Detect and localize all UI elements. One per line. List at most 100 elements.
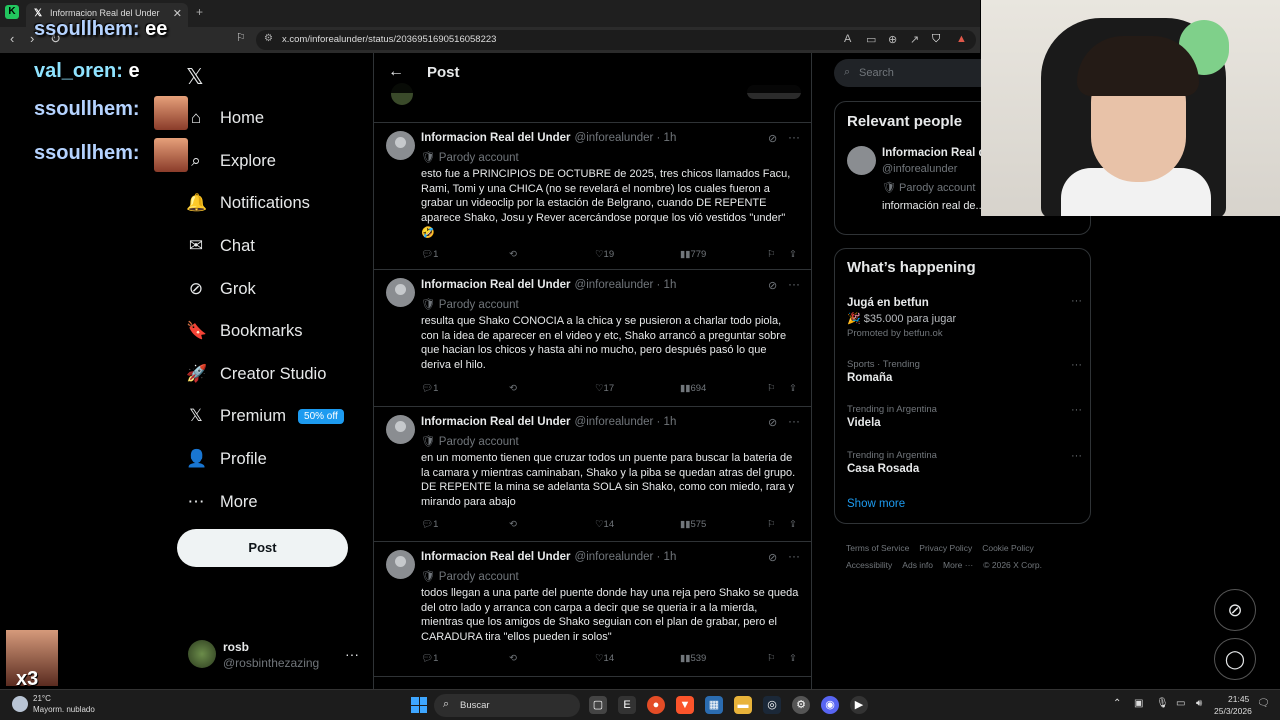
relevant-name[interactable]: Informacion Real d bbox=[882, 147, 986, 159]
tray-chevron-icon[interactable]: ⌃ bbox=[1113, 698, 1121, 709]
tweet-handle[interactable]: @inforealunder · 1h bbox=[575, 551, 677, 563]
clock-time[interactable]: 21:45 bbox=[1228, 694, 1249, 704]
tray-app-icon[interactable]: ▣ bbox=[1134, 698, 1143, 709]
tweet-avatar[interactable] bbox=[386, 278, 415, 307]
footer-link[interactable]: More ··· bbox=[943, 560, 973, 570]
trend-more-icon[interactable]: ··· bbox=[1071, 450, 1082, 462]
store-icon[interactable]: ▦ bbox=[705, 696, 723, 714]
footer-link[interactable]: Accessibility bbox=[846, 560, 892, 570]
nav-profile[interactable]: 👤 Profile bbox=[186, 444, 267, 474]
search-input[interactable]: ⌕ Search bbox=[834, 59, 982, 87]
messages-fab-button[interactable]: ◯ bbox=[1214, 638, 1256, 680]
avatar[interactable] bbox=[188, 640, 216, 668]
folder-icon[interactable]: ▬ bbox=[734, 696, 752, 714]
nav-home[interactable]: ⌂ Home bbox=[186, 103, 264, 133]
share-icon[interactable]: ⇪ bbox=[789, 383, 797, 394]
reply-button[interactable]: 💬︎ 1 bbox=[421, 249, 438, 260]
grok-icon[interactable]: ⊘ bbox=[768, 551, 777, 564]
grok-icon[interactable]: ⊘ bbox=[768, 279, 777, 292]
zoom-icon[interactable]: ⊕ bbox=[888, 33, 897, 46]
tweet-more-icon[interactable]: ··· bbox=[788, 277, 800, 291]
relevant-avatar[interactable] bbox=[847, 146, 876, 175]
mic-icon[interactable]: 🎙︎ bbox=[1156, 698, 1169, 709]
nav-explore[interactable]: ⌕ Explore bbox=[186, 146, 276, 176]
tweet[interactable]: Informacion Real del Under @inforealunder… bbox=[374, 270, 811, 407]
weather-desc[interactable]: Mayorm. nublado bbox=[33, 705, 95, 714]
trend-item[interactable]: Trending in Argentina Casa Rosada ··· bbox=[847, 450, 1082, 475]
account-handle[interactable]: @rosbinthezazing bbox=[223, 656, 319, 670]
translate-icon[interactable]: A bbox=[844, 33, 851, 45]
tweet-more-icon[interactable]: ··· bbox=[788, 414, 800, 428]
tweet-author-name[interactable]: Informacion Real del Under bbox=[421, 279, 571, 291]
repost-button[interactable]: ⟲ bbox=[509, 653, 517, 664]
tweet-handle[interactable]: @inforealunder · 1h bbox=[575, 132, 677, 144]
bookmark-icon[interactable]: ⚐ bbox=[767, 383, 776, 394]
tweet-author[interactable]: Informacion Real del Under @inforealunder… bbox=[421, 551, 676, 563]
bookmark-icon[interactable]: ⚐ bbox=[767, 653, 776, 664]
site-info-icon[interactable]: ⚙ bbox=[264, 33, 273, 44]
media-player-icon[interactable]: ▶ bbox=[850, 696, 868, 714]
cast-icon[interactable]: ▭ bbox=[866, 33, 876, 46]
grok-fab-button[interactable]: ⊘ bbox=[1214, 589, 1256, 631]
like-button[interactable]: ♡ 14 bbox=[595, 519, 614, 530]
footer-link[interactable]: Cookie Policy bbox=[982, 543, 1034, 553]
share-icon[interactable]: ↗ bbox=[910, 33, 919, 46]
trend-more-icon[interactable]: ··· bbox=[1071, 359, 1082, 371]
nav-creator-studio[interactable]: 🚀 Creator Studio bbox=[186, 359, 326, 389]
discord-icon[interactable]: ◉ bbox=[821, 696, 839, 714]
like-button[interactable]: ♡ 19 bbox=[595, 249, 614, 260]
tweet-avatar[interactable] bbox=[386, 415, 415, 444]
weather-temp[interactable]: 21°C bbox=[33, 694, 51, 703]
trend-more-icon[interactable]: ··· bbox=[1071, 295, 1082, 307]
bookmark-icon[interactable]: ⚐ bbox=[767, 519, 776, 530]
nav-grok[interactable]: ⊘ Grok bbox=[186, 274, 256, 304]
repost-button[interactable]: ⟲ bbox=[509, 519, 517, 530]
repost-button[interactable]: ⟲ bbox=[509, 249, 517, 260]
tweet-avatar[interactable] bbox=[386, 550, 415, 579]
footer-link[interactable]: Privacy Policy bbox=[919, 543, 972, 553]
share-icon[interactable]: ⇪ bbox=[789, 249, 797, 260]
epic-games-icon[interactable]: E bbox=[618, 696, 636, 714]
address-bar[interactable]: ⚙ x.com/inforealunder/status/20369516905… bbox=[256, 30, 976, 50]
bookmark-icon[interactable]: ⚐ bbox=[236, 31, 246, 44]
clock-date[interactable]: 25/3/2026 bbox=[1214, 706, 1252, 716]
tweet[interactable]: Informacion Real del Under @inforealunder… bbox=[374, 407, 811, 542]
reply-button[interactable]: 💬︎ 1 bbox=[421, 383, 438, 394]
post-button[interactable]: Post bbox=[177, 529, 348, 567]
share-icon[interactable]: ⇪ bbox=[789, 653, 797, 664]
trend-item[interactable]: Jugá en betfun 🎉 $35.000 para jugar Prom… bbox=[847, 295, 1082, 339]
trend-more-icon[interactable]: ··· bbox=[1071, 404, 1082, 416]
tweet-more-icon[interactable]: ··· bbox=[788, 130, 800, 144]
relevant-handle[interactable]: @inforealunder bbox=[882, 163, 957, 175]
nav-notifications[interactable]: 🔔 Notifications bbox=[186, 188, 310, 218]
nav-more[interactable]: ⋯ More bbox=[186, 487, 258, 517]
rewards-icon[interactable]: ▲ bbox=[956, 33, 967, 45]
trend-item[interactable]: Sports · Trending Romaña ··· bbox=[847, 359, 1082, 384]
like-button[interactable]: ♡ 17 bbox=[595, 383, 614, 394]
views-button[interactable]: ▮▮ 575 bbox=[680, 519, 706, 530]
tweet-author-name[interactable]: Informacion Real del Under bbox=[421, 551, 571, 563]
network-icon[interactable]: ▭ bbox=[1176, 698, 1185, 709]
views-button[interactable]: ▮▮ 779 bbox=[680, 249, 706, 260]
share-icon[interactable]: ⇪ bbox=[789, 519, 797, 530]
x-logo-icon[interactable]: 𝕏 bbox=[186, 64, 204, 90]
task-view-icon[interactable]: ▢ bbox=[589, 696, 607, 714]
repost-button[interactable]: ⟲ bbox=[509, 383, 517, 394]
tweet-author[interactable]: Informacion Real del Under @inforealunder… bbox=[421, 132, 676, 144]
tweet-more-icon[interactable]: ··· bbox=[788, 549, 800, 563]
tweet-avatar[interactable] bbox=[386, 131, 415, 160]
weather-icon[interactable] bbox=[12, 696, 28, 712]
tweet-author-name[interactable]: Informacion Real del Under bbox=[421, 416, 571, 428]
tweet-handle[interactable]: @inforealunder · 1h bbox=[575, 279, 677, 291]
tweet-author[interactable]: Informacion Real del Under @inforealunder… bbox=[421, 279, 676, 291]
tweet[interactable]: Informacion Real del Under @inforealunder… bbox=[374, 542, 811, 677]
views-button[interactable]: ▮▮ 694 bbox=[680, 383, 706, 394]
reply-button[interactable]: 💬︎ 1 bbox=[421, 653, 438, 664]
account-name[interactable]: rosb bbox=[223, 640, 249, 654]
grok-icon[interactable]: ⊘ bbox=[768, 416, 777, 429]
tweet-handle[interactable]: @inforealunder · 1h bbox=[575, 416, 677, 428]
back-arrow-icon[interactable]: ← bbox=[388, 63, 404, 81]
bookmark-icon[interactable]: ⚐ bbox=[767, 249, 776, 260]
show-more-link[interactable]: Show more bbox=[847, 498, 905, 510]
grok-icon[interactable]: ⊘ bbox=[768, 132, 777, 145]
